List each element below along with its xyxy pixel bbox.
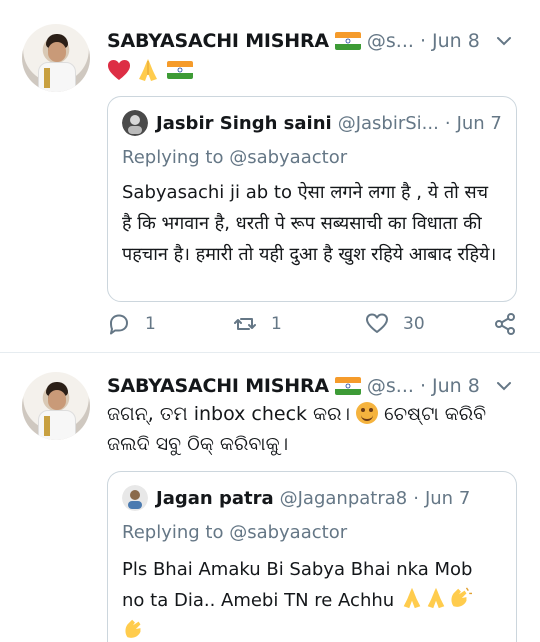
avatar — [122, 110, 148, 136]
share-button[interactable] — [493, 312, 517, 336]
quoted-tweet-header: Jasbir Singh saini @JasbirSi... · Jun 7 — [122, 110, 502, 136]
reply-button[interactable]: 1 — [107, 312, 156, 336]
quoted-tweet[interactable]: Jagan patra @Jaganpatra8 · Jun 7 Replyin… — [107, 471, 517, 642]
share-icon — [495, 313, 515, 335]
like-button[interactable]: 30 — [365, 312, 425, 336]
reply-count: 1 — [145, 314, 156, 334]
separator-dot: · — [419, 375, 426, 397]
folded-hands-emoji-icon — [427, 587, 445, 609]
chevron-down-icon[interactable] — [494, 376, 514, 396]
avatar — [122, 485, 148, 511]
tweet-text: ଜଗନ୍, ତମ inbox check କର। ଚେଷ୍ଟା କରିବି ଜଲ… — [107, 399, 527, 459]
clapping-hands-emoji-icon — [125, 619, 141, 638]
separator-dot: · — [419, 30, 426, 52]
separator-dot: · — [444, 112, 451, 134]
quoted-author-handle: @JasbirSi... — [337, 112, 439, 134]
quoted-timestamp: Jun 7 — [424, 487, 471, 509]
retweet-button[interactable]: 1 — [233, 312, 282, 336]
india-flag-icon — [334, 32, 361, 50]
folded-hands-emoji-icon — [139, 59, 157, 81]
heart-icon — [366, 313, 388, 333]
replying-to: Replying to @sabyaactor — [122, 522, 348, 543]
tweet-header: SABYASACHI MISHRA @s... · Jun 8 — [107, 371, 480, 401]
avatar[interactable] — [22, 24, 90, 92]
author-handle[interactable]: @s... — [367, 375, 414, 397]
replying-to: Replying to @sabyaactor — [122, 147, 348, 168]
author-name[interactable]: SABYASACHI MISHRA — [107, 375, 329, 397]
folded-hands-emoji-icon — [403, 587, 421, 609]
separator-dot: · — [413, 487, 419, 509]
heart-emoji-icon — [108, 60, 130, 80]
chevron-down-icon[interactable] — [494, 31, 514, 51]
quoted-tweet-text: Pls Bhai Amaku Bi Sabya Bhai nka Mob no … — [122, 554, 500, 642]
india-flag-icon — [167, 61, 193, 79]
like-count: 30 — [403, 314, 425, 334]
quoted-tweet-header: Jagan patra @Jaganpatra8 · Jun 7 — [122, 485, 470, 511]
tweet-actions: 1 1 30 — [107, 312, 517, 344]
reply-icon — [110, 314, 128, 335]
timestamp[interactable]: Jun 8 — [432, 375, 480, 397]
quoted-tweet-text: Sabyasachi ji ab to ऐसा लगने लगा है , ये… — [122, 182, 497, 265]
avatar[interactable] — [22, 372, 90, 440]
tweet-header: SABYASACHI MISHRA @s... · Jun 8 — [107, 26, 480, 56]
quoted-author-handle: @Jaganpatra8 — [279, 487, 408, 509]
quoted-author-name: Jagan patra — [156, 487, 274, 509]
author-handle[interactable]: @s... — [367, 30, 414, 52]
smiling-face-emoji-icon — [356, 402, 379, 424]
retweet-count: 1 — [271, 314, 282, 334]
quoted-tweet[interactable]: Jasbir Singh saini @JasbirSi... · Jun 7 … — [107, 96, 517, 302]
quoted-timestamp: Jun 7 — [456, 112, 502, 134]
timestamp[interactable]: Jun 8 — [432, 30, 480, 52]
clapping-hands-emoji-icon — [451, 587, 472, 607]
tweet[interactable]: SABYASACHI MISHRA @s... · Jun 8 Jasbir S… — [0, 0, 540, 353]
india-flag-icon — [334, 377, 361, 395]
retweet-icon — [234, 318, 256, 330]
tweet[interactable]: SABYASACHI MISHRA @s... · Jun 8 ଜଗନ୍, ତମ… — [0, 356, 540, 642]
tweet-emoji-line — [107, 57, 193, 83]
quoted-author-name: Jasbir Singh saini — [156, 112, 332, 134]
tweet-text-part: ଜଗନ୍, ତମ inbox check କର। — [107, 403, 357, 425]
author-name[interactable]: SABYASACHI MISHRA — [107, 30, 329, 52]
